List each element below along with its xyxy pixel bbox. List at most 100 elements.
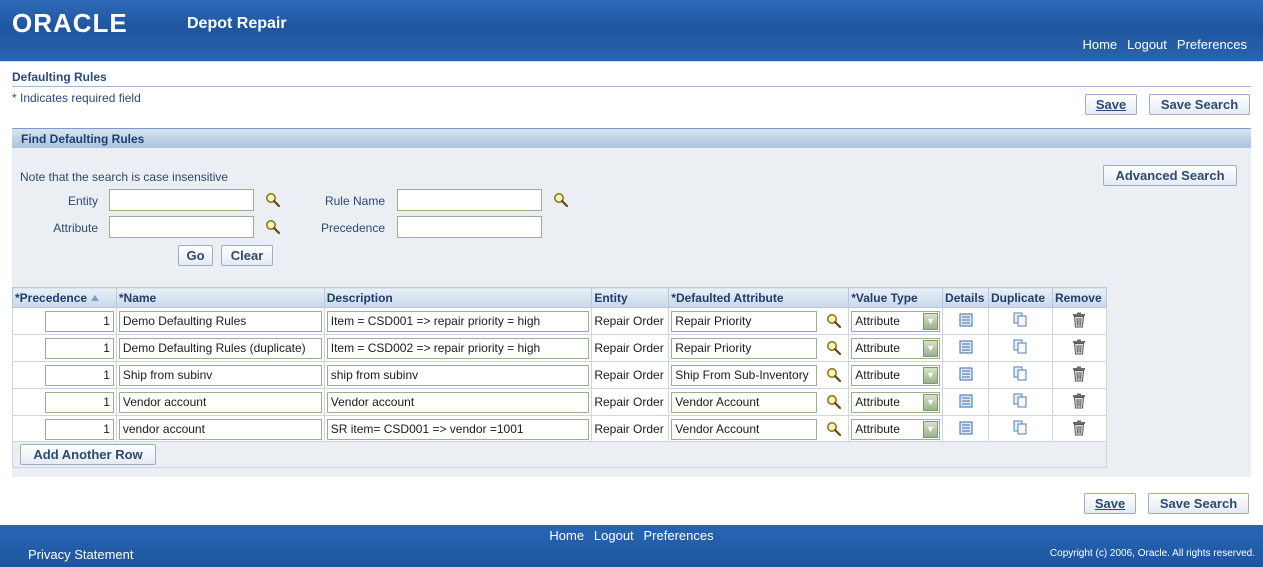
- cell-entity: Repair Order: [591, 307, 670, 335]
- details-icon[interactable]: [959, 340, 973, 354]
- cell-remove: [1051, 334, 1108, 362]
- attribute-input[interactable]: [109, 216, 254, 238]
- search-icon[interactable]: [826, 394, 842, 410]
- search-icon[interactable]: [826, 421, 842, 437]
- cell-entity: Repair Order: [591, 361, 670, 389]
- header-link-logout[interactable]: Logout: [1127, 37, 1167, 52]
- cell-description: ship from subinv: [323, 361, 593, 389]
- value-type-selected: Attribute: [855, 395, 900, 409]
- case-insensitive-note: Note that the search is case insensitive: [20, 170, 229, 184]
- column-header-name: *Name: [115, 287, 325, 308]
- description-field[interactable]: ship from subinv: [326, 364, 590, 386]
- defaulted-attribute-field[interactable]: Repair Priority: [671, 310, 818, 332]
- footer-link-preferences[interactable]: Preferences: [644, 528, 714, 543]
- details-icon[interactable]: [959, 313, 973, 327]
- duplicate-icon[interactable]: [1013, 366, 1027, 381]
- details-icon[interactable]: [959, 367, 973, 381]
- duplicate-icon[interactable]: [1013, 312, 1027, 327]
- duplicate-icon[interactable]: [1013, 393, 1027, 408]
- precedence-field[interactable]: 1: [45, 310, 114, 332]
- name-field[interactable]: Ship from subinv: [118, 364, 322, 386]
- column-header-defaulted-attribute: *Defaulted Attribute: [668, 287, 850, 308]
- value-type-select[interactable]: Attribute ▼: [851, 337, 941, 359]
- defaulted-attribute-field[interactable]: Vendor Account: [671, 391, 818, 413]
- rule-name-label: Rule Name: [324, 194, 385, 208]
- clear-button[interactable]: Clear: [221, 245, 273, 266]
- precedence-field[interactable]: 1: [45, 391, 114, 413]
- save-search-button-bottom[interactable]: Save Search: [1148, 493, 1249, 514]
- cell-precedence: 1: [12, 361, 117, 389]
- name-field[interactable]: Vendor account: [118, 391, 322, 413]
- cell-defaulted-attribute: Ship From Sub-Inventory: [668, 361, 850, 389]
- privacy-statement-link[interactable]: Privacy Statement: [28, 547, 134, 562]
- footer-link-logout[interactable]: Logout: [594, 528, 634, 543]
- details-icon[interactable]: [959, 394, 973, 408]
- name-field[interactable]: Demo Defaulting Rules (duplicate): [118, 337, 322, 359]
- footer-links: Home Logout Preferences: [0, 528, 1263, 543]
- trash-icon[interactable]: [1072, 366, 1086, 382]
- table-footer: [12, 441, 1107, 468]
- precedence-field[interactable]: 1: [45, 418, 114, 440]
- save-button-bottom[interactable]: Save: [1084, 493, 1136, 514]
- name-field[interactable]: vendor account: [118, 418, 322, 440]
- defaulted-attribute-field[interactable]: Vendor Account: [671, 418, 818, 440]
- chevron-down-icon: ▼: [923, 366, 939, 384]
- cell-entity: Repair Order: [591, 388, 670, 416]
- trash-icon[interactable]: [1072, 339, 1086, 355]
- search-icon[interactable]: [826, 367, 842, 383]
- go-button[interactable]: Go: [178, 245, 213, 266]
- global-header: ORACLE Depot Repair Home Logout Preferen…: [0, 0, 1263, 62]
- trash-icon[interactable]: [1072, 312, 1086, 328]
- duplicate-icon[interactable]: [1013, 339, 1027, 354]
- column-header-duplicate: Duplicate: [988, 287, 1053, 308]
- search-icon[interactable]: [826, 340, 842, 356]
- description-field[interactable]: Item = CSD001 => repair priority = high: [326, 310, 590, 332]
- cell-defaulted-attribute: Vendor Account: [668, 415, 850, 443]
- rule-name-search-icon[interactable]: [553, 192, 569, 208]
- search-section-title: Find Defaulting Rules: [21, 132, 145, 146]
- defaulted-attribute-field[interactable]: Ship From Sub-Inventory: [671, 364, 818, 386]
- cell-name: Demo Defaulting Rules: [115, 307, 325, 335]
- description-field[interactable]: SR item= CSD001 => vendor =1001: [326, 418, 590, 440]
- entity-search-icon[interactable]: [265, 192, 281, 208]
- details-icon[interactable]: [959, 421, 973, 435]
- footer-link-home[interactable]: Home: [549, 528, 584, 543]
- save-search-button-top[interactable]: Save Search: [1149, 94, 1250, 115]
- cell-duplicate: [988, 415, 1053, 443]
- description-field[interactable]: Item = CSD002 => repair priority = high: [326, 337, 590, 359]
- precedence-input[interactable]: [397, 216, 542, 238]
- name-field[interactable]: Demo Defaulting Rules: [118, 310, 322, 332]
- trash-icon[interactable]: [1072, 393, 1086, 409]
- cell-value-type: Attribute ▼: [848, 334, 944, 362]
- attribute-search-icon[interactable]: [265, 219, 281, 235]
- value-type-select[interactable]: Attribute ▼: [851, 364, 941, 386]
- global-links: Home Logout Preferences: [1082, 37, 1247, 52]
- cell-details: [942, 334, 990, 362]
- precedence-field[interactable]: 1: [45, 337, 114, 359]
- rule-name-input[interactable]: [397, 189, 542, 211]
- table-row: 1 Demo Defaulting Rules (duplicate) Item…: [12, 334, 1108, 362]
- value-type-select[interactable]: Attribute ▼: [851, 391, 941, 413]
- duplicate-icon[interactable]: [1013, 420, 1027, 435]
- search-icon[interactable]: [826, 313, 842, 329]
- attribute-label: Attribute: [53, 221, 98, 235]
- save-button-top[interactable]: Save: [1085, 94, 1137, 115]
- value-type-select[interactable]: Attribute ▼: [851, 310, 941, 332]
- value-type-select[interactable]: Attribute ▼: [851, 418, 941, 440]
- advanced-search-button[interactable]: Advanced Search: [1103, 165, 1237, 186]
- cell-remove: [1051, 415, 1108, 443]
- column-header-details: Details: [942, 287, 990, 308]
- cell-remove: [1051, 361, 1108, 389]
- header-link-preferences[interactable]: Preferences: [1177, 37, 1247, 52]
- column-header-precedence[interactable]: *Precedence: [12, 287, 117, 308]
- entity-input[interactable]: [109, 189, 254, 211]
- cell-name: vendor account: [115, 415, 325, 443]
- header-link-home[interactable]: Home: [1082, 37, 1117, 52]
- defaulted-attribute-field[interactable]: Repair Priority: [671, 337, 818, 359]
- description-field[interactable]: Vendor account: [326, 391, 590, 413]
- add-another-row-button[interactable]: Add Another Row: [20, 444, 156, 465]
- precedence-field[interactable]: 1: [45, 364, 114, 386]
- cell-entity: Repair Order: [591, 415, 670, 443]
- app-title: Depot Repair: [187, 15, 287, 32]
- trash-icon[interactable]: [1072, 420, 1086, 436]
